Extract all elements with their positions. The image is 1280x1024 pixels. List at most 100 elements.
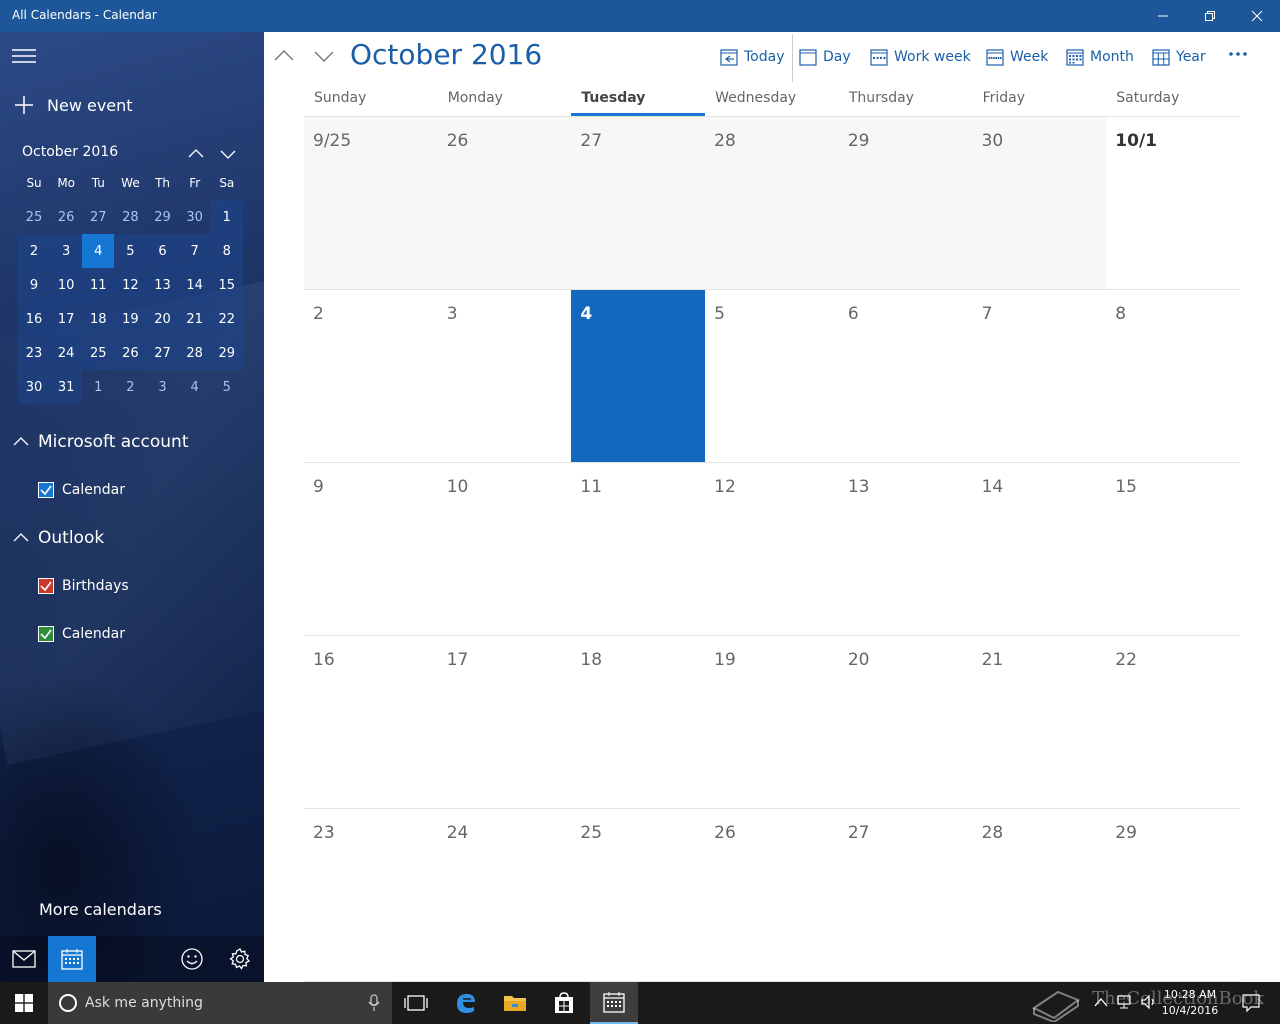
day-cell[interactable]: 2 bbox=[304, 289, 438, 462]
mini-calendar-day[interactable]: 7 bbox=[178, 234, 211, 268]
restore-button[interactable] bbox=[1187, 0, 1233, 32]
day-cell[interactable]: 13 bbox=[838, 462, 973, 635]
mini-calendar-day[interactable]: 19 bbox=[114, 302, 147, 336]
checkbox-checked-icon[interactable] bbox=[38, 626, 54, 642]
more-options-icon[interactable] bbox=[1226, 44, 1250, 68]
start-button[interactable] bbox=[0, 982, 48, 1024]
file-explorer-button[interactable] bbox=[491, 982, 539, 1024]
month-title[interactable]: October 2016 bbox=[350, 38, 542, 71]
task-view-button[interactable] bbox=[392, 982, 440, 1024]
day-cell[interactable]: 21 bbox=[972, 635, 1107, 808]
day-cell[interactable]: 11 bbox=[571, 462, 706, 635]
mini-calendar-day[interactable]: 4 bbox=[179, 370, 211, 404]
mini-calendar-day[interactable]: 21 bbox=[178, 302, 211, 336]
section-outlook[interactable]: Outlook bbox=[12, 526, 104, 550]
mini-prev-month-icon[interactable] bbox=[186, 144, 206, 164]
mini-calendar-day[interactable]: 27 bbox=[82, 200, 114, 234]
mini-calendar-day[interactable]: 12 bbox=[114, 268, 147, 302]
day-cell[interactable]: 26 bbox=[437, 116, 572, 289]
mini-calendar-day[interactable]: 26 bbox=[50, 200, 82, 234]
mini-calendar-day[interactable]: 11 bbox=[82, 268, 115, 302]
mini-calendar-day[interactable]: 10 bbox=[50, 268, 83, 302]
calendar-app-button[interactable] bbox=[590, 982, 638, 1024]
mini-calendar-day[interactable]: 22 bbox=[210, 302, 243, 336]
mini-calendar-day[interactable]: 29 bbox=[147, 200, 179, 234]
clock[interactable]: 10:28 AM 10/4/2016 bbox=[1150, 987, 1230, 1019]
day-cell[interactable]: 27 bbox=[838, 808, 973, 981]
hamburger-menu-icon[interactable] bbox=[12, 46, 36, 66]
day-cell[interactable]: 12 bbox=[705, 462, 839, 635]
mini-calendar-day[interactable]: 1 bbox=[210, 200, 243, 234]
work-week-view-button[interactable]: Work week bbox=[870, 46, 971, 68]
year-view-button[interactable]: Year bbox=[1152, 46, 1206, 68]
mini-calendar-day[interactable]: 5 bbox=[114, 234, 147, 268]
mini-calendar-day[interactable]: 28 bbox=[114, 200, 146, 234]
calendar-toggle-outlook-calendar[interactable]: Calendar bbox=[38, 624, 125, 644]
mini-calendar-day[interactable]: 30 bbox=[18, 370, 51, 404]
day-cell[interactable]: 4 bbox=[571, 289, 706, 462]
mini-calendar-month[interactable]: October 2016 bbox=[22, 144, 118, 160]
calendar-toggle-birthdays[interactable]: Birthdays bbox=[38, 576, 129, 596]
mini-calendar-day[interactable]: 6 bbox=[146, 234, 179, 268]
day-cell[interactable]: 28 bbox=[972, 808, 1107, 981]
day-cell[interactable]: 24 bbox=[437, 808, 572, 981]
mini-calendar-day[interactable]: 9 bbox=[18, 268, 51, 302]
mail-button[interactable] bbox=[0, 936, 48, 982]
day-cell[interactable]: 27 bbox=[571, 116, 706, 289]
mini-calendar-day[interactable]: 3 bbox=[147, 370, 179, 404]
mini-calendar-day[interactable]: 4 bbox=[82, 234, 115, 268]
mini-next-month-icon[interactable] bbox=[218, 144, 238, 164]
calendar-toggle-ms-calendar[interactable]: Calendar bbox=[38, 480, 125, 500]
day-cell[interactable]: 7 bbox=[972, 289, 1107, 462]
day-cell[interactable]: 19 bbox=[705, 635, 839, 808]
mini-calendar-day[interactable]: 28 bbox=[178, 336, 211, 370]
mini-calendar-day[interactable]: 8 bbox=[210, 234, 243, 268]
today-button[interactable]: Today bbox=[720, 46, 785, 68]
store-button[interactable] bbox=[540, 982, 588, 1024]
mini-calendar-day[interactable]: 1 bbox=[82, 370, 114, 404]
feedback-button[interactable] bbox=[168, 936, 216, 982]
day-cell[interactable]: 3 bbox=[437, 289, 572, 462]
day-cell[interactable]: 14 bbox=[972, 462, 1107, 635]
day-cell[interactable]: 29 bbox=[1106, 808, 1240, 981]
show-hidden-icons-icon[interactable] bbox=[1094, 997, 1108, 1007]
day-view-button[interactable]: Day bbox=[799, 46, 851, 68]
next-month-icon[interactable] bbox=[312, 44, 336, 68]
calendar-button[interactable] bbox=[48, 936, 96, 982]
week-view-button[interactable]: Week bbox=[986, 46, 1048, 68]
day-cell[interactable]: 17 bbox=[437, 635, 572, 808]
day-cell[interactable]: 10 bbox=[437, 462, 572, 635]
mini-calendar-day[interactable]: 5 bbox=[211, 370, 243, 404]
mini-calendar-day[interactable]: 25 bbox=[82, 336, 115, 370]
day-cell[interactable]: 18 bbox=[571, 635, 706, 808]
day-cell[interactable]: 30 bbox=[972, 116, 1107, 289]
network-icon[interactable] bbox=[1116, 994, 1134, 1010]
settings-button[interactable] bbox=[216, 936, 264, 982]
mini-calendar-day[interactable]: 26 bbox=[114, 336, 147, 370]
mini-calendar-day[interactable]: 29 bbox=[210, 336, 243, 370]
mini-calendar-day[interactable]: 20 bbox=[146, 302, 179, 336]
day-cell[interactable]: 9 bbox=[304, 462, 438, 635]
mini-calendar-day[interactable]: 27 bbox=[146, 336, 179, 370]
mini-calendar-day[interactable]: 2 bbox=[114, 370, 146, 404]
day-cell[interactable]: 5 bbox=[705, 289, 839, 462]
cortana-search-box[interactable]: Ask me anything bbox=[48, 982, 392, 1024]
day-cell[interactable]: 22 bbox=[1106, 635, 1240, 808]
day-cell[interactable]: 25 bbox=[571, 808, 706, 981]
day-cell[interactable]: 9/25 bbox=[304, 116, 438, 289]
minimize-button[interactable] bbox=[1140, 0, 1186, 32]
day-cell[interactable]: 26 bbox=[705, 808, 839, 981]
checkbox-checked-icon[interactable] bbox=[38, 578, 54, 594]
day-cell[interactable]: 23 bbox=[304, 808, 438, 981]
more-calendars-link[interactable]: More calendars bbox=[39, 900, 162, 919]
mini-calendar-day[interactable]: 31 bbox=[50, 370, 83, 404]
day-cell[interactable]: 29 bbox=[838, 116, 973, 289]
mini-calendar-day[interactable]: 2 bbox=[18, 234, 51, 268]
mini-calendar-day[interactable]: 24 bbox=[50, 336, 83, 370]
month-view-button[interactable]: Month bbox=[1066, 46, 1134, 68]
mini-calendar-day[interactable]: 17 bbox=[50, 302, 83, 336]
mini-calendar-day[interactable]: 13 bbox=[146, 268, 179, 302]
previous-month-icon[interactable] bbox=[272, 44, 296, 68]
mini-calendar-day[interactable]: 14 bbox=[178, 268, 211, 302]
day-cell[interactable]: 8 bbox=[1106, 289, 1240, 462]
